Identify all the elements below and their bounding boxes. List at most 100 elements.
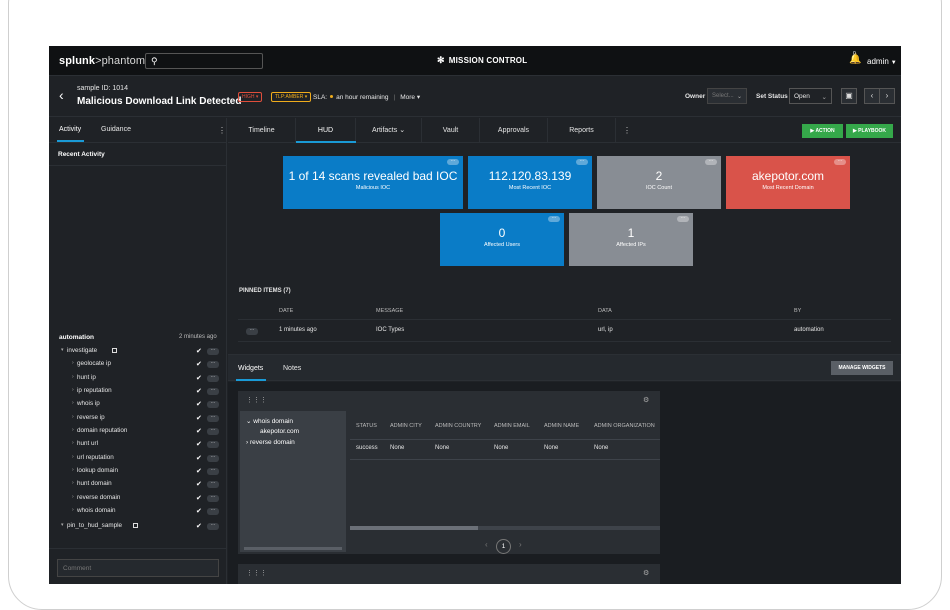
chevron-right-icon[interactable]: › [72,507,74,513]
chevron-right-icon[interactable]: › [519,540,522,549]
tree-item[interactable]: › lookup domain ✔ ··· [49,466,227,479]
row-menu-icon[interactable]: ··· [207,455,219,462]
row-menu-icon[interactable]: ··· [207,361,219,368]
tree-item[interactable]: › hunt domain ✔ ··· [49,479,227,492]
tree-item[interactable]: › domain reputation ✔ ··· [49,426,227,439]
tile-menu-icon[interactable]: ··· [548,216,560,222]
chevron-left-icon[interactable]: ‹ [485,540,488,549]
tile-menu-icon[interactable]: ··· [447,159,459,165]
scrollbar-thumb[interactable] [350,526,478,530]
hud-tile[interactable]: 1 of 14 scans revealed bad IOC Malicious … [283,156,463,209]
tab-artifacts[interactable]: Artifacts ⌄ [356,118,422,143]
case-header: ‹ sample ID: 1014 Malicious Download Lin… [49,77,901,117]
chevron-down-icon[interactable]: ▾ [61,347,64,353]
row-menu-icon[interactable]: ··· [207,388,219,395]
tree-item[interactable]: › hunt ip ✔ ··· [49,373,227,386]
tree-item[interactable]: › reverse ip ✔ ··· [49,413,227,426]
row-menu-icon[interactable]: ··· [207,508,219,515]
chevron-right-icon[interactable]: › [72,494,74,500]
scrollbar[interactable] [244,547,342,550]
tree-item[interactable]: ▾ investigate ✔ ··· [49,346,227,359]
next-case-button[interactable]: › [879,88,895,104]
tree-item[interactable]: › ip reputation ✔ ··· [49,386,227,399]
tile-menu-icon[interactable]: ··· [834,159,846,165]
kebab-menu-icon[interactable]: ⋮ [218,126,226,135]
tile-menu-icon[interactable]: ··· [576,159,588,165]
chevron-right-icon[interactable]: › [72,427,74,433]
tab-widgets[interactable]: Widgets [238,365,263,372]
tlp-badge[interactable]: TLP:AMBER ▾ [271,92,312,102]
widget-area: ⋮⋮⋮ ⚙ ⌄ whois domain akepotor.com › reve… [228,382,901,584]
tree-item[interactable]: › hunt url ✔ ··· [49,439,227,452]
row-menu-icon[interactable]: ··· [207,375,219,382]
chevron-right-icon[interactable]: › [72,467,74,473]
kebab-menu-icon[interactable]: ⋮ [623,118,631,143]
tab-guidance[interactable]: Guidance [101,126,131,133]
hud-tile[interactable]: 2 IOC Count ··· [597,156,721,209]
row-menu-icon[interactable]: ··· [207,441,219,448]
gear-icon[interactable]: ⚙ [643,396,649,404]
widget-tree-item[interactable]: ⌄ whois domain [246,417,293,425]
tree-item[interactable]: › url reputation ✔ ··· [49,453,227,466]
tab-hud[interactable]: HUD [296,118,356,143]
row-menu-icon[interactable]: ··· [207,495,219,502]
column-header: ADMIN EMAIL [494,423,530,429]
tab-timeline[interactable]: Timeline [228,118,296,143]
page-number[interactable]: 1 [496,539,511,554]
row-menu-icon[interactable]: ··· [207,523,219,530]
row-menu-icon[interactable]: ··· [207,428,219,435]
prev-case-button[interactable]: ‹ [864,88,880,104]
tab-reports[interactable]: Reports [548,118,616,143]
tree-item-label: hunt domain [77,480,112,487]
row-menu-icon[interactable]: ··· [207,348,219,355]
search-input[interactable]: ⚲ [145,53,263,69]
row-menu-icon[interactable]: ··· [207,401,219,408]
user-menu[interactable]: admin ▼ [867,57,897,66]
tile-menu-icon[interactable]: ··· [677,216,689,222]
chevron-right-icon[interactable]: › [72,414,74,420]
tree-item[interactable]: › geolocate ip ✔ ··· [49,359,227,372]
chevron-right-icon[interactable]: › [72,440,74,446]
action-button[interactable]: ▶ ACTION [802,124,843,138]
hud-tile[interactable]: akepotor.com Most Recent Domain ··· [726,156,850,209]
chevron-right-icon[interactable]: › [72,387,74,393]
briefcase-icon[interactable]: ▣ [841,88,857,104]
hud-tile[interactable]: 0 Affected Users ··· [440,213,564,266]
grip-icon[interactable]: ⋮⋮⋮ [246,396,267,404]
row-menu-icon[interactable]: ··· [207,468,219,475]
tile-menu-icon[interactable]: ··· [705,159,717,165]
comment-input[interactable]: Comment [57,559,219,577]
tree-item[interactable]: › reverse domain ✔ ··· [49,493,227,506]
back-arrow-icon[interactable]: ‹ [59,87,64,103]
logo[interactable]: splunk>phantom [59,55,145,67]
severity-badge[interactable]: HIGH ▾ [238,92,263,102]
hud-tile[interactable]: 112.120.83.139 Most Recent IOC ··· [468,156,592,209]
chevron-right-icon[interactable]: › [72,360,74,366]
tree-item[interactable]: › whois ip ✔ ··· [49,399,227,412]
status-select[interactable]: Open ⌄ [789,88,832,104]
tab-activity[interactable]: Activity [59,126,81,133]
widget-tree-item[interactable]: akepotor.com [260,428,299,435]
tree-item[interactable]: ▾ pin_to_hud_sample ✔ ··· [49,521,227,534]
chevron-right-icon[interactable]: › [72,480,74,486]
chevron-down-icon[interactable]: ▾ [61,522,64,528]
owner-select[interactable]: Select... ⌄ [707,88,747,104]
row-menu-icon[interactable]: ··· [207,481,219,488]
mission-control-title[interactable]: ✻ MISSION CONTROL [437,55,527,66]
row-menu-icon[interactable]: ··· [246,328,258,335]
widget-tree-item[interactable]: › reverse domain [246,439,295,446]
row-menu-icon[interactable]: ··· [207,415,219,422]
gear-icon[interactable]: ⚙ [643,569,649,577]
chevron-right-icon[interactable]: › [72,400,74,406]
tab-notes[interactable]: Notes [283,365,301,372]
hud-tile[interactable]: 1 Affected IPs ··· [569,213,693,266]
manage-widgets-button[interactable]: MANAGE WIDGETS [831,361,893,375]
more-menu[interactable]: More ▾ [400,94,420,101]
grip-icon[interactable]: ⋮⋮⋮ [246,569,267,577]
playbook-button[interactable]: ▶ PLAYBOOK [846,124,893,138]
chevron-right-icon[interactable]: › [72,454,74,460]
chevron-right-icon[interactable]: › [72,374,74,380]
tree-item[interactable]: › whois domain ✔ ··· [49,506,227,519]
tab-vault[interactable]: Vault [422,118,480,143]
tab-approvals[interactable]: Approvals [480,118,548,143]
